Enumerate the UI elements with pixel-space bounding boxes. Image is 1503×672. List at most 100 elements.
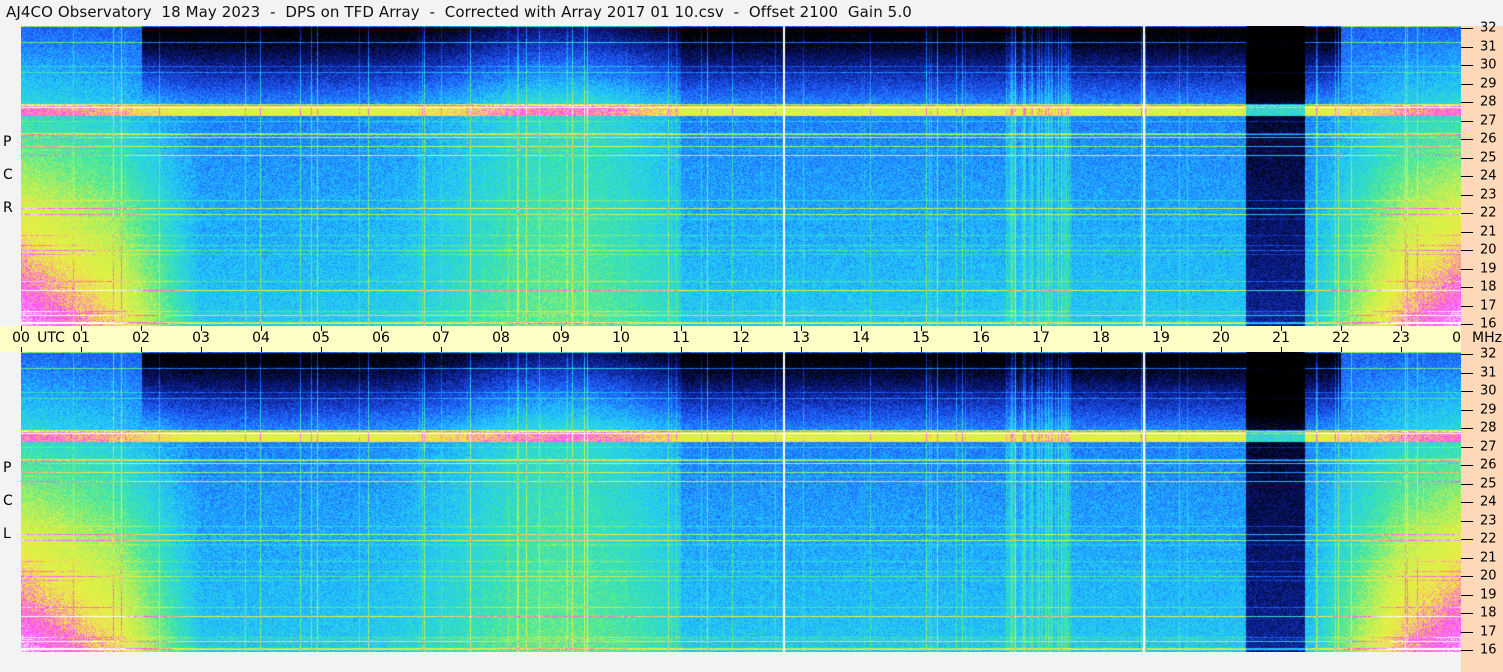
x-tick-label: 12 xyxy=(732,330,750,346)
y-tick-label: 31 xyxy=(1480,39,1497,54)
x-tick-mark xyxy=(1341,347,1342,352)
x-tick-label: 18 xyxy=(1092,330,1110,346)
x-tick-label: 16 xyxy=(972,330,990,346)
y-tick-mark xyxy=(1461,287,1473,288)
y-tick-mark xyxy=(1461,576,1473,577)
x-tick-mark xyxy=(81,326,82,331)
y-tick-mark xyxy=(1461,324,1473,325)
x-tick-mark xyxy=(1101,326,1102,331)
x-tick-label: 23 xyxy=(1392,330,1410,346)
y-tick-mark xyxy=(1461,176,1473,177)
y-tick-mark xyxy=(1461,158,1473,159)
y-tick-mark xyxy=(1461,539,1473,540)
x-tick-label: 20 xyxy=(1212,330,1230,346)
y-tick-label: 28 xyxy=(1480,421,1497,436)
y-tick-mark xyxy=(1461,195,1473,196)
y-tick-mark xyxy=(1461,213,1473,214)
x-tick-mark xyxy=(1281,347,1282,352)
x-tick-mark xyxy=(1401,347,1402,352)
x-tick-label: 21 xyxy=(1272,330,1290,346)
y-tick-label: 32 xyxy=(1480,21,1497,36)
x-tick-mark xyxy=(921,326,922,331)
x-tick-label: 14 xyxy=(852,330,870,346)
x-tick-mark xyxy=(1221,326,1222,331)
x-tick-label: 08 xyxy=(492,330,510,346)
y-tick-mark xyxy=(1461,447,1473,448)
x-tick-mark xyxy=(1041,347,1042,352)
y-tick-label: 24 xyxy=(1480,495,1497,510)
x-tick-mark xyxy=(1161,347,1162,352)
x-tick-mark xyxy=(261,347,262,352)
polarization-label-top-c: C xyxy=(3,167,13,183)
x-tick-mark xyxy=(1281,326,1282,331)
x-tick-label: 09 xyxy=(552,330,570,346)
x-tick-label: 02 xyxy=(132,330,150,346)
x-tick-mark xyxy=(921,347,922,352)
spectrogram-rcp-canvas xyxy=(21,26,1461,326)
y-tick-label: 25 xyxy=(1480,476,1497,491)
y-tick-mark xyxy=(1461,121,1473,122)
x-unit-label: UTC xyxy=(37,330,65,346)
y-tick-label: 29 xyxy=(1480,76,1497,91)
y-tick-mark xyxy=(1461,391,1473,392)
x-tick-mark xyxy=(261,326,262,331)
x-tick-label: 13 xyxy=(792,330,810,346)
y-tick-mark xyxy=(1461,47,1473,48)
y-tick-mark xyxy=(1461,632,1473,633)
x-tick-mark xyxy=(21,326,22,331)
y-tick-mark xyxy=(1461,28,1473,29)
x-tick-mark xyxy=(81,347,82,352)
x-tick-label: 07 xyxy=(432,330,450,346)
y-tick-label: 25 xyxy=(1480,150,1497,165)
y-tick-mark xyxy=(1461,595,1473,596)
x-tick-mark xyxy=(741,347,742,352)
x-tick-mark xyxy=(1101,347,1102,352)
x-tick-label: 15 xyxy=(912,330,930,346)
x-tick-mark xyxy=(1041,326,1042,331)
y-tick-mark xyxy=(1461,502,1473,503)
y-tick-label: 29 xyxy=(1480,402,1497,417)
polarization-label-bot-l: L xyxy=(3,526,11,542)
x-tick-mark xyxy=(981,326,982,331)
y-tick-mark xyxy=(1461,613,1473,614)
y-tick-label: 26 xyxy=(1480,458,1497,473)
time-axis-strip: 00 01 02 03 04 05 06 07 08 09 10 11 12 13 14 15 16 17 18 19… xyxy=(0,326,1461,352)
x-tick-label: 17 xyxy=(1032,330,1050,346)
y-tick-mark xyxy=(1461,484,1473,485)
y-tick-label: 18 xyxy=(1480,606,1497,621)
x-tick-mark xyxy=(441,326,442,331)
x-tick-mark xyxy=(1341,326,1342,331)
x-tick-mark xyxy=(141,326,142,331)
x-tick-mark xyxy=(1161,326,1162,331)
x-tick-mark xyxy=(1401,326,1402,331)
y-tick-label: 16 xyxy=(1480,643,1497,658)
x-tick-mark xyxy=(381,347,382,352)
y-tick-mark xyxy=(1461,373,1473,374)
frequency-unit-label: MHz xyxy=(1472,330,1502,346)
x-tick-mark xyxy=(681,347,682,352)
y-tick-mark xyxy=(1461,465,1473,466)
x-tick-mark xyxy=(561,326,562,331)
y-tick-mark xyxy=(1461,65,1473,66)
x-tick-mark xyxy=(861,326,862,331)
x-tick-mark xyxy=(1221,347,1222,352)
x-tick-mark xyxy=(321,326,322,331)
y-tick-mark xyxy=(1461,250,1473,251)
y-tick-label: 27 xyxy=(1480,439,1497,454)
x-tick-mark xyxy=(201,347,202,352)
x-tick-mark xyxy=(141,347,142,352)
y-tick-label: 30 xyxy=(1480,58,1497,73)
x-tick-mark xyxy=(621,326,622,331)
x-tick-mark xyxy=(801,326,802,331)
x-tick-mark xyxy=(21,347,22,352)
y-tick-mark xyxy=(1461,269,1473,270)
x-tick-mark xyxy=(741,326,742,331)
x-tick-label: 05 xyxy=(312,330,330,346)
y-tick-label: 17 xyxy=(1480,298,1497,313)
polarization-label-bot-p: P xyxy=(3,460,11,476)
y-tick-mark xyxy=(1461,102,1473,103)
x-tick-mark xyxy=(501,347,502,352)
x-tick-label: 04 xyxy=(252,330,270,346)
x-tick-label: 01 xyxy=(72,330,90,346)
y-tick-mark xyxy=(1461,428,1473,429)
